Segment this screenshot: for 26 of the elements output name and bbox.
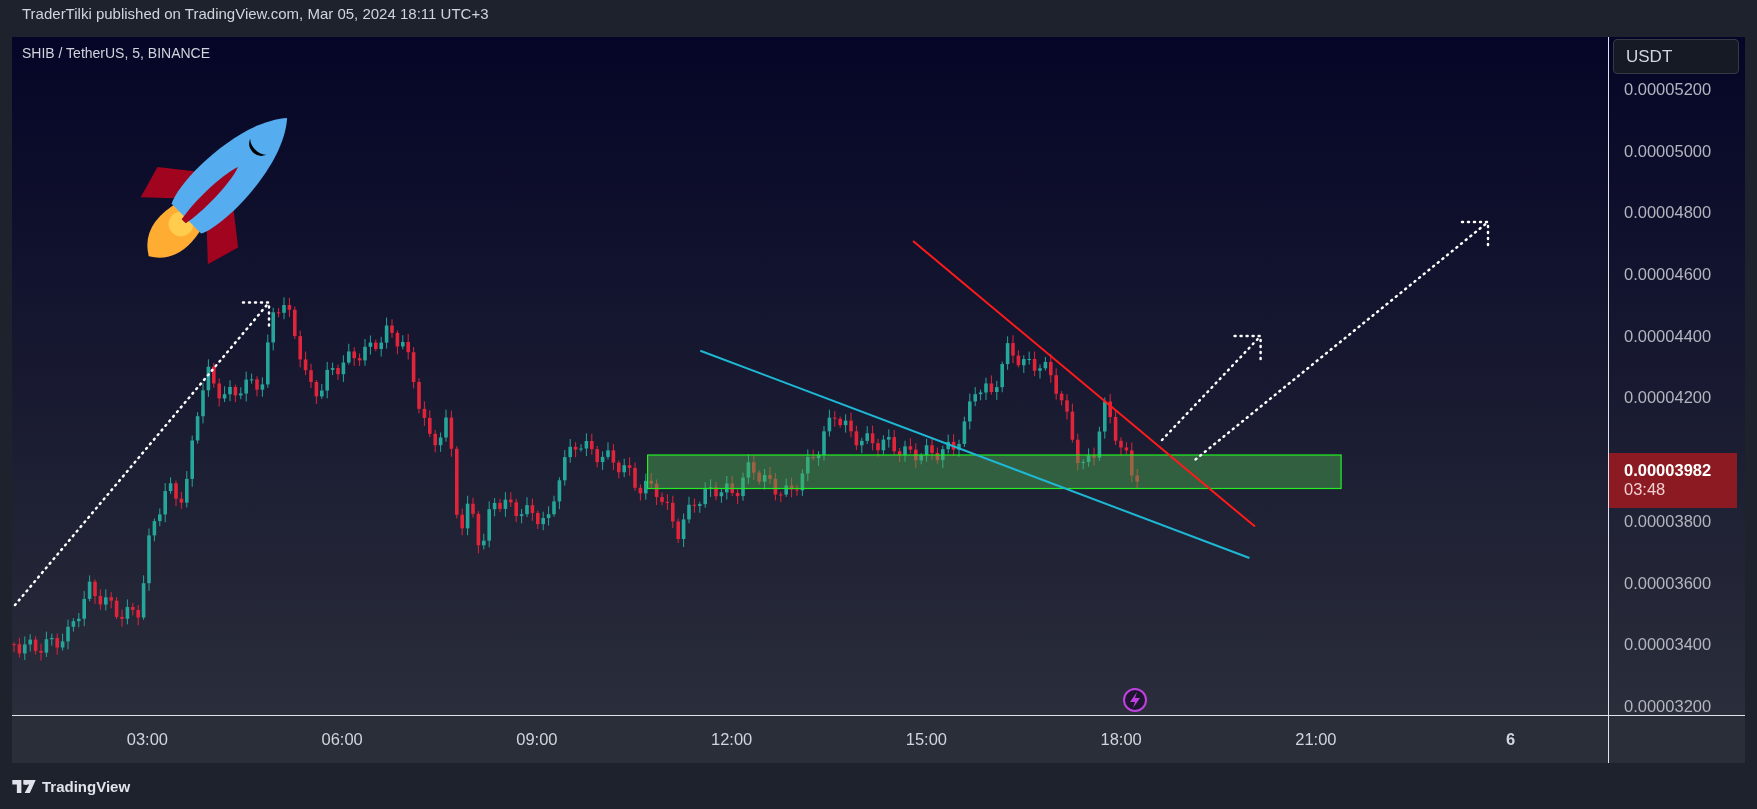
price-tick: 0.00004400 [1623,326,1712,345]
bar-countdown: 03:48 [1624,480,1667,500]
lightning-icon[interactable] [1123,688,1147,712]
time-tick: 15:00 [904,730,948,749]
time-tick: 03:00 [125,730,169,749]
currency-button[interactable]: USDT [1613,39,1739,74]
price-tick: 0.00003400 [1623,635,1712,654]
price-tick: 0.00003200 [1623,696,1712,715]
symbol-legend: SHIB / TetherUS, 5, BINANCE [22,45,211,61]
price-tick: 0.00005000 [1623,141,1712,160]
price-tick: 0.00003800 [1623,511,1712,530]
last-price: 0.00003982 [1624,461,1713,481]
time-tick: 06:00 [320,730,364,749]
brand-name: TradingView [42,777,131,795]
price-tick: 0.00004200 [1623,388,1712,407]
time-tick: 12:00 [709,730,754,749]
price-tick: 0.00004800 [1623,203,1712,222]
time-tick: 21:00 [1294,730,1338,749]
time-tick: 6 [1505,730,1517,749]
time-tick: 09:00 [515,730,559,749]
publish-info: TraderTilki published on TradingView.com, Mar 05, 2024 18:11 UTC+3 [22,5,489,22]
time-tick: 18:00 [1099,730,1143,749]
price-tick: 0.00004600 [1623,265,1712,284]
logo-icon [12,779,36,793]
price-tick: 0.00003600 [1623,573,1712,592]
price-tick: 0.00005200 [1623,80,1712,98]
